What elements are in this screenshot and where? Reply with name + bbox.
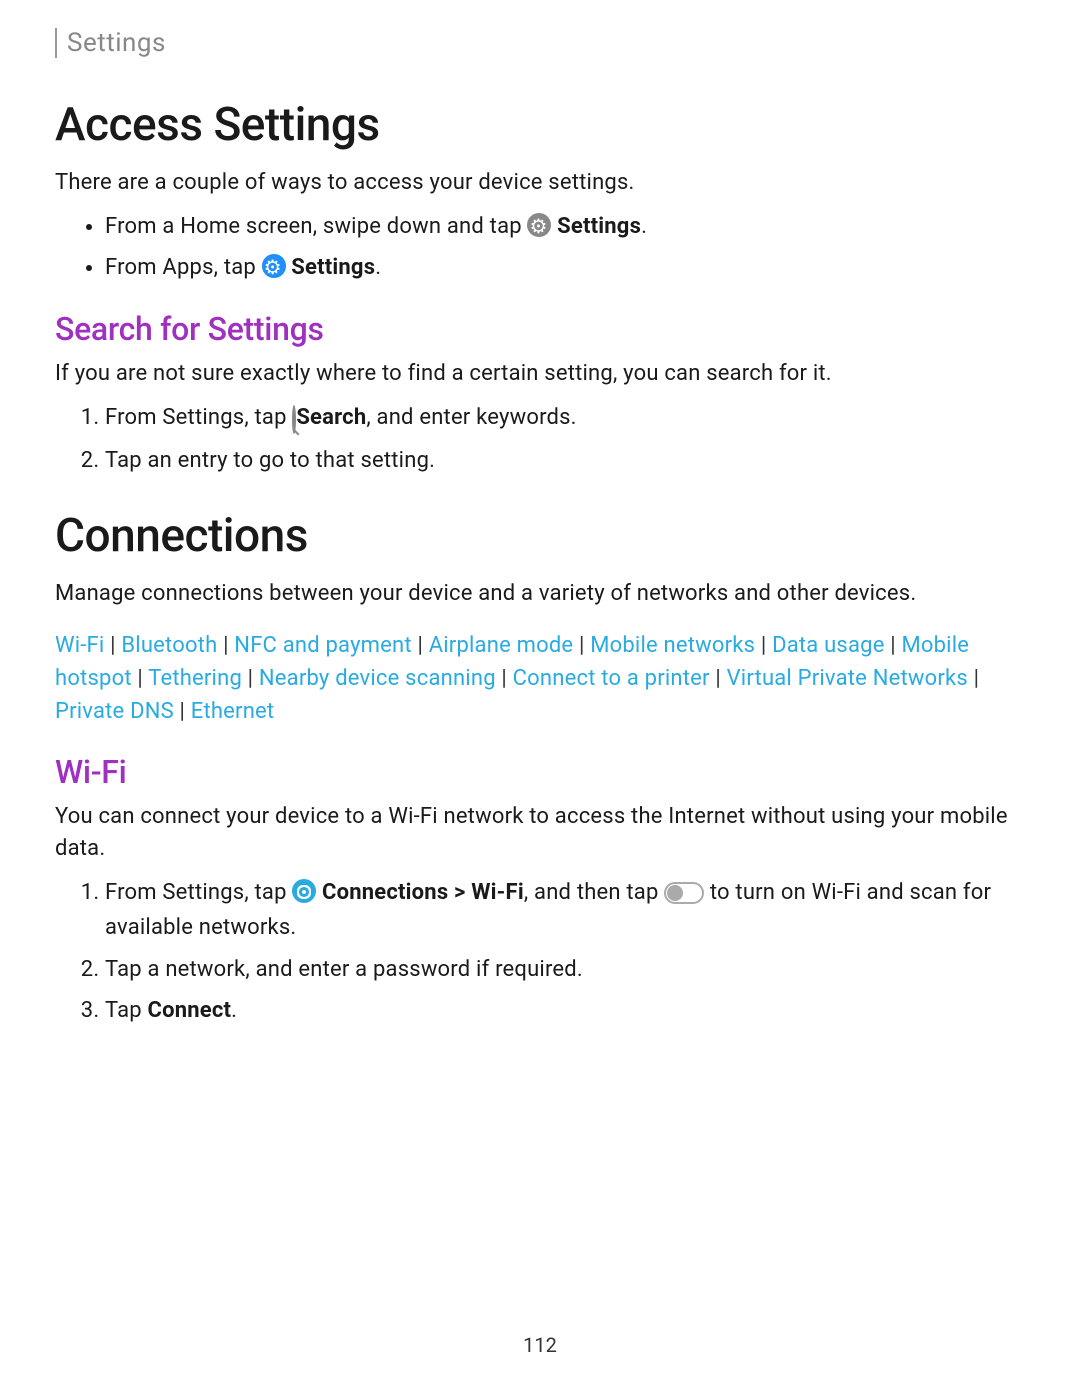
link-separator: | [755, 633, 772, 658]
link-virtual-private-networks[interactable]: Virtual Private Networks [727, 666, 968, 691]
link-nfc-and-payment[interactable]: NFC and payment [234, 633, 412, 658]
link-private-dns[interactable]: Private DNS [55, 699, 174, 724]
settings-app-icon [262, 254, 286, 278]
link-separator: | [217, 633, 234, 658]
link-separator: | [496, 666, 513, 691]
step-search-2: Tap an entry to go to that setting. [105, 443, 1025, 478]
link-ethernet[interactable]: Ethernet [191, 699, 275, 724]
link-tethering[interactable]: Tethering [148, 666, 242, 691]
breadcrumb: Settings [55, 28, 1025, 58]
wifi-icon [292, 879, 316, 903]
link-nearby-device-scanning[interactable]: Nearby device scanning [259, 666, 496, 691]
step-wifi-3: Tap Connect. [105, 993, 1025, 1028]
link-mobile-networks[interactable]: Mobile networks [590, 633, 755, 658]
link-data-usage[interactable]: Data usage [772, 633, 885, 658]
link-airplane-mode[interactable]: Airplane mode [429, 633, 574, 658]
link-separator: | [242, 666, 259, 691]
link-wi-fi[interactable]: Wi-Fi [55, 633, 104, 658]
link-separator: | [174, 699, 191, 724]
step-wifi-1: From Settings, tap Connections > Wi-Fi, … [105, 875, 1025, 945]
heading-search-for-settings: Search for Settings [55, 310, 1025, 348]
link-separator: | [573, 633, 590, 658]
toggle-icon [664, 882, 704, 904]
step-wifi-2: Tap a network, and enter a password if r… [105, 952, 1025, 987]
heading-connections: Connections [55, 509, 1025, 563]
text-wifi-intro: You can connect your device to a Wi-Fi n… [55, 801, 1025, 865]
link-separator: | [412, 633, 429, 658]
breadcrumb-label: Settings [67, 28, 166, 58]
bullet-from-apps: From Apps, tap Settings. [105, 250, 1025, 285]
link-connect-to-a-printer[interactable]: Connect to a printer [513, 666, 710, 691]
connections-links: Wi-Fi | Bluetooth | NFC and payment | Ai… [55, 629, 1025, 728]
link-bluetooth[interactable]: Bluetooth [121, 633, 217, 658]
link-separator: | [885, 633, 902, 658]
link-separator: | [710, 666, 727, 691]
text-access-intro: There are a couple of ways to access you… [55, 167, 1025, 199]
text-search-intro: If you are not sure exactly where to fin… [55, 358, 1025, 390]
page-number: 112 [0, 1333, 1080, 1357]
step-search-1: From Settings, tap Search, and enter key… [105, 400, 1025, 437]
link-separator: | [132, 666, 148, 691]
gear-icon [527, 213, 551, 237]
heading-access-settings: Access Settings [55, 98, 1025, 152]
bullet-home-screen: From a Home screen, swipe down and tap S… [105, 209, 1025, 244]
heading-wifi: Wi-Fi [55, 753, 1025, 791]
link-separator: | [104, 633, 121, 658]
link-separator: | [968, 666, 979, 691]
text-connections-intro: Manage connections between your device a… [55, 578, 1025, 610]
